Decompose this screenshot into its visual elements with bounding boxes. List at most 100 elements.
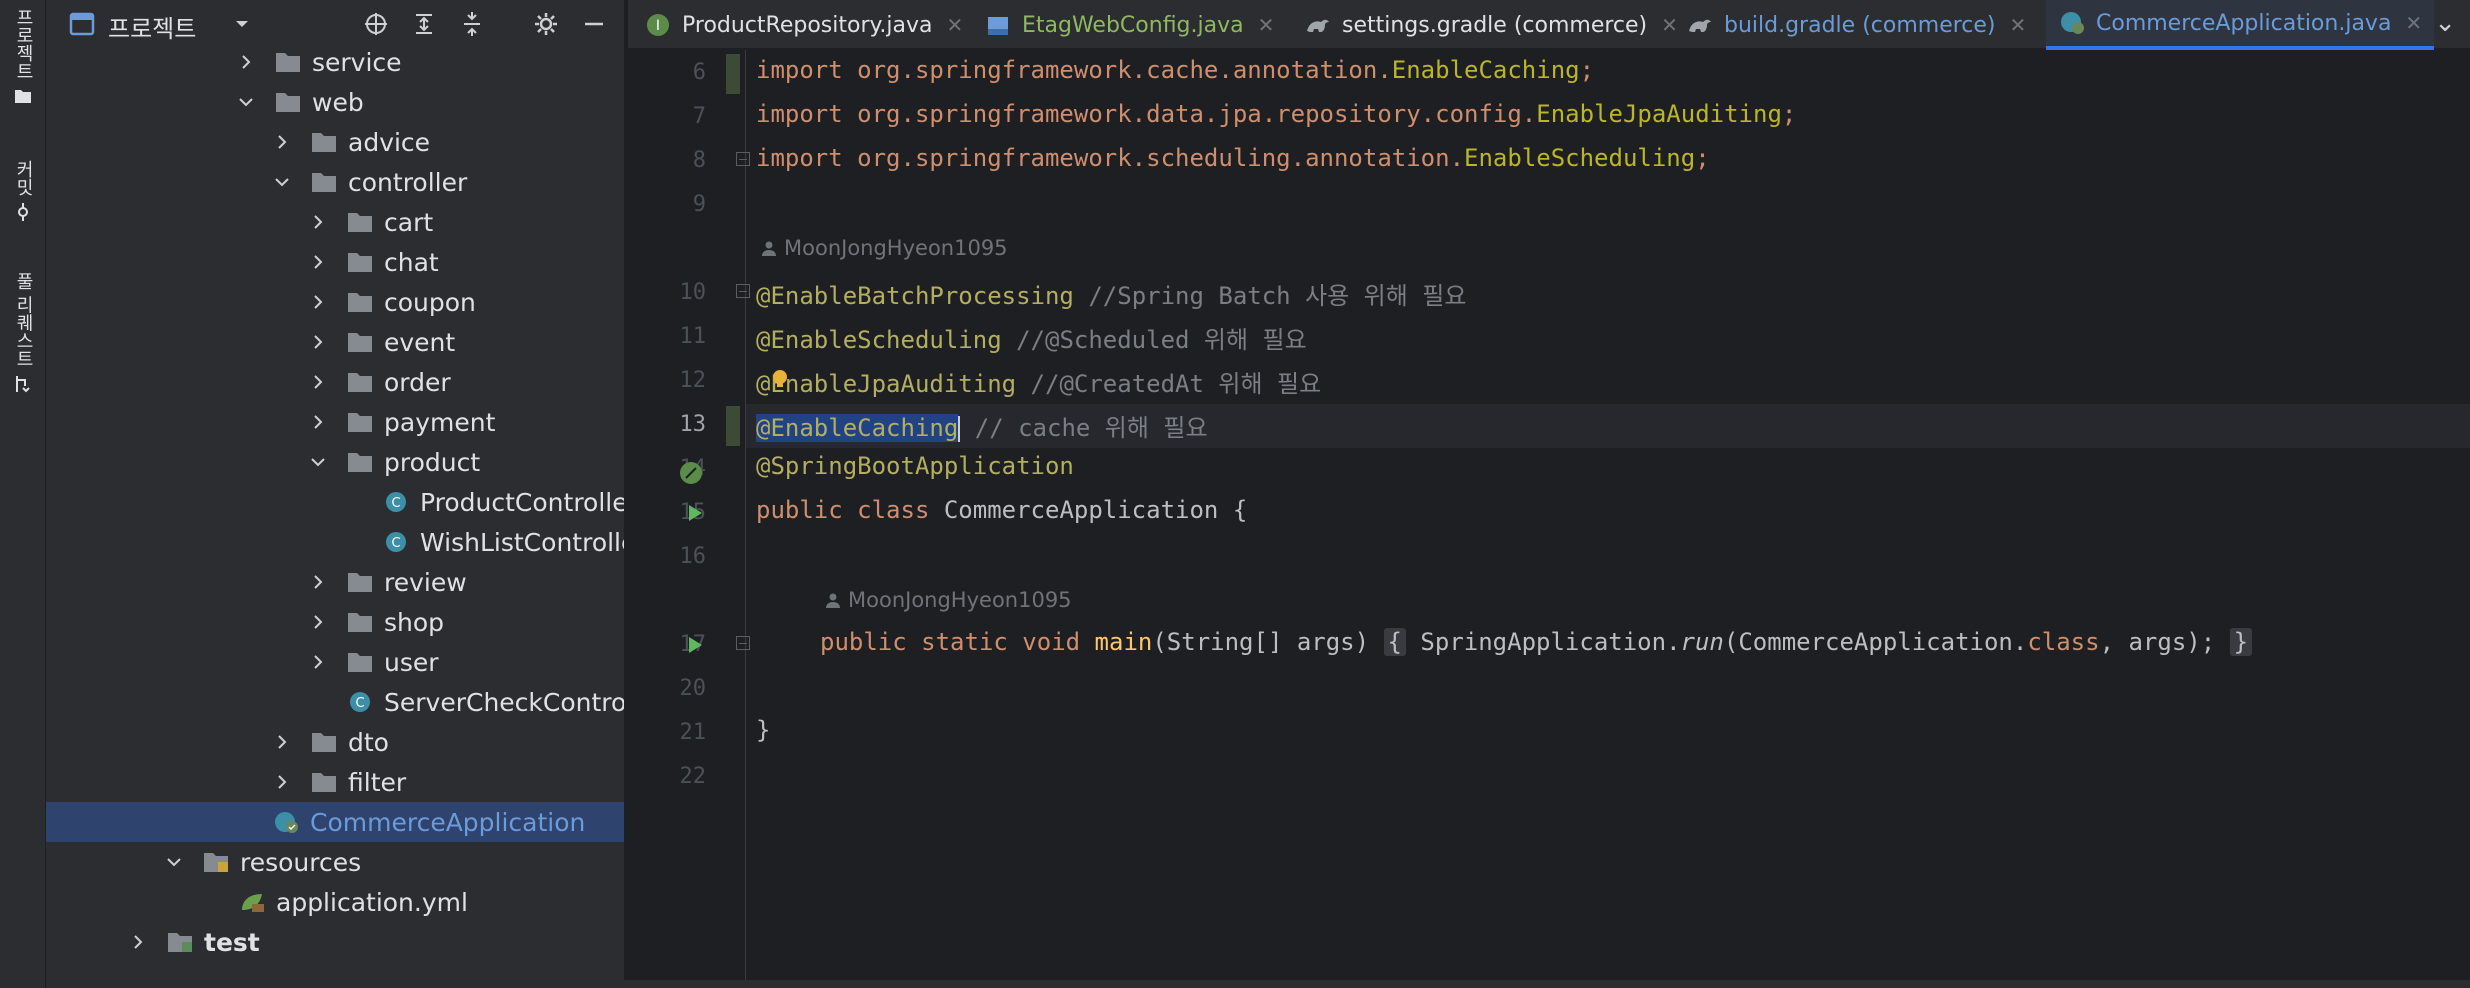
line-number: 16 bbox=[679, 544, 707, 569]
tree-item-service[interactable]: service bbox=[46, 42, 624, 82]
chevron-right-icon[interactable] bbox=[308, 412, 328, 432]
tab-productrepository[interactable]: I ProductRepository.java ✕ bbox=[644, 0, 963, 50]
test-folder-icon bbox=[168, 933, 192, 952]
tree-item-payment[interactable]: payment bbox=[46, 402, 624, 442]
chevron-right-icon[interactable] bbox=[308, 652, 328, 672]
horizontal-scrollbar[interactable] bbox=[46, 980, 2470, 988]
chevron-down-icon[interactable] bbox=[164, 852, 184, 872]
project-panel-header: 프로젝트 bbox=[46, 0, 624, 48]
tree-item-controller[interactable]: controller bbox=[46, 162, 624, 202]
author-hint[interactable]: MoonJongHyeon1095 bbox=[760, 236, 1008, 260]
chevron-right-icon[interactable] bbox=[308, 332, 328, 352]
code-token: //Spring Batch 사용 위해 필요 bbox=[1073, 282, 1467, 310]
user-icon bbox=[826, 593, 840, 608]
tree-item-wishlistcontroller[interactable]: C WishListController bbox=[46, 522, 624, 562]
fold-marker-icon[interactable] bbox=[736, 152, 750, 166]
chevron-down-icon[interactable] bbox=[308, 452, 328, 472]
fold-marker-icon[interactable] bbox=[736, 636, 750, 650]
folder-icon bbox=[276, 53, 300, 72]
tree-item-dto[interactable]: dto bbox=[46, 722, 624, 762]
project-panel-title[interactable]: 프로젝트 bbox=[108, 9, 196, 44]
resources-folder-icon bbox=[204, 853, 228, 872]
lightbulb-icon[interactable] bbox=[770, 368, 790, 390]
tab-settings-gradle[interactable]: settings.gradle (commerce) ✕ bbox=[1304, 0, 1678, 50]
project-tool-button[interactable]: 프로젝트 bbox=[0, 8, 46, 106]
close-icon[interactable]: ✕ bbox=[1258, 13, 1275, 37]
code-token: class bbox=[2027, 628, 2100, 656]
tree-item-test[interactable]: test bbox=[46, 922, 624, 962]
code-editor[interactable]: 6 7 8 9 10 11 12 13 14 15 16 17 20 21 22… bbox=[628, 50, 2470, 980]
chevron-right-icon[interactable] bbox=[272, 772, 292, 792]
tree-item-commerceapplication[interactable]: CommerceApplication bbox=[46, 802, 624, 842]
close-icon[interactable]: ✕ bbox=[2010, 13, 2027, 37]
folder-icon bbox=[276, 93, 300, 112]
chevron-right-icon[interactable] bbox=[308, 292, 328, 312]
author-hint[interactable]: MoonJongHyeon1095 bbox=[824, 588, 1072, 612]
folder-icon bbox=[312, 733, 336, 752]
chevron-right-icon[interactable] bbox=[308, 612, 328, 632]
chevron-right-icon[interactable] bbox=[308, 212, 328, 232]
tree-item-label: coupon bbox=[384, 287, 476, 317]
svg-text:I: I bbox=[656, 18, 660, 34]
code-token: import org.springframework.data.jpa.repo… bbox=[756, 100, 1537, 128]
selected-code-token: EnableCaching bbox=[770, 414, 959, 442]
chevron-down-icon[interactable] bbox=[228, 10, 256, 38]
pull-requests-tool-button[interactable]: 풀 리퀘스트 bbox=[0, 272, 46, 394]
tab-etagwebconfig[interactable]: EtagWebConfig.java ✕ bbox=[984, 0, 1274, 50]
tree-item-resources[interactable]: resources bbox=[46, 842, 624, 882]
tree-item-advice[interactable]: advice bbox=[46, 122, 624, 162]
chevron-right-icon[interactable] bbox=[272, 732, 292, 752]
line-number: 13 bbox=[679, 412, 707, 437]
close-icon[interactable]: ✕ bbox=[946, 13, 963, 37]
vcs-change-marker bbox=[726, 406, 740, 446]
tree-item-cart[interactable]: cart bbox=[46, 202, 624, 242]
run-icon[interactable] bbox=[684, 634, 706, 656]
chevron-down-icon[interactable] bbox=[272, 172, 292, 192]
tree-item-chat[interactable]: chat bbox=[46, 242, 624, 282]
author-name: MoonJongHyeon1095 bbox=[848, 588, 1072, 612]
expand-all-icon[interactable] bbox=[410, 10, 438, 38]
fold-brace[interactable]: { bbox=[1383, 628, 1406, 656]
config-class-icon bbox=[988, 17, 1008, 35]
code-token: public static void bbox=[820, 628, 1095, 656]
locate-icon[interactable] bbox=[362, 10, 390, 38]
chevron-right-icon[interactable] bbox=[272, 132, 292, 152]
tab-commerceapplication[interactable]: CommerceApplication.java ✕ bbox=[2046, 0, 2435, 50]
fold-marker-icon[interactable] bbox=[736, 284, 750, 298]
hide-panel-icon[interactable] bbox=[580, 10, 608, 38]
folder-icon bbox=[348, 213, 372, 232]
tree-item-event[interactable]: event bbox=[46, 322, 624, 362]
code-token: import org.springframework.cache.annotat… bbox=[756, 56, 1392, 84]
tree-item-filter[interactable]: filter bbox=[46, 762, 624, 802]
tree-item-review[interactable]: review bbox=[46, 562, 624, 602]
chevron-right-icon[interactable] bbox=[308, 372, 328, 392]
commit-tool-button[interactable]: 커밋 bbox=[0, 160, 46, 222]
tabs-more-chevron-icon[interactable]: ⌄ bbox=[2434, 8, 2456, 38]
code-token: // cache 위해 필요 bbox=[960, 414, 1208, 442]
run-icon[interactable] bbox=[684, 502, 706, 524]
close-icon[interactable]: ✕ bbox=[1661, 13, 1678, 37]
tree-item-application-yml[interactable]: application.yml bbox=[46, 882, 624, 922]
tree-item-label: advice bbox=[348, 127, 431, 157]
spring-bean-icon[interactable] bbox=[676, 458, 706, 488]
chevron-down-icon[interactable] bbox=[236, 92, 256, 112]
tree-item-productcontroller[interactable]: C ProductControlle bbox=[46, 482, 624, 522]
tree-item-coupon[interactable]: coupon bbox=[46, 282, 624, 322]
collapse-all-icon[interactable] bbox=[458, 10, 486, 38]
chevron-right-icon[interactable] bbox=[236, 52, 256, 72]
tree-item-web[interactable]: web bbox=[46, 82, 624, 122]
chevron-right-icon[interactable] bbox=[128, 932, 148, 952]
tree-item-order[interactable]: order bbox=[46, 362, 624, 402]
tree-item-shop[interactable]: shop bbox=[46, 602, 624, 642]
close-icon[interactable]: ✕ bbox=[2405, 11, 2422, 35]
chevron-right-icon[interactable] bbox=[308, 252, 328, 272]
fold-brace[interactable]: } bbox=[2229, 628, 2253, 656]
folder-icon bbox=[348, 373, 372, 392]
gear-icon[interactable] bbox=[532, 10, 560, 38]
tree-item-user[interactable]: user bbox=[46, 642, 624, 682]
tab-build-gradle[interactable]: build.gradle (commerce) ✕ bbox=[1686, 0, 2026, 50]
tree-item-servercheckcontroller[interactable]: C ServerCheckControl bbox=[46, 682, 624, 722]
tree-item-product[interactable]: product bbox=[46, 442, 624, 482]
chevron-right-icon[interactable] bbox=[308, 572, 328, 592]
pull-requests-tool-label: 풀 리퀘스트 bbox=[13, 272, 34, 368]
